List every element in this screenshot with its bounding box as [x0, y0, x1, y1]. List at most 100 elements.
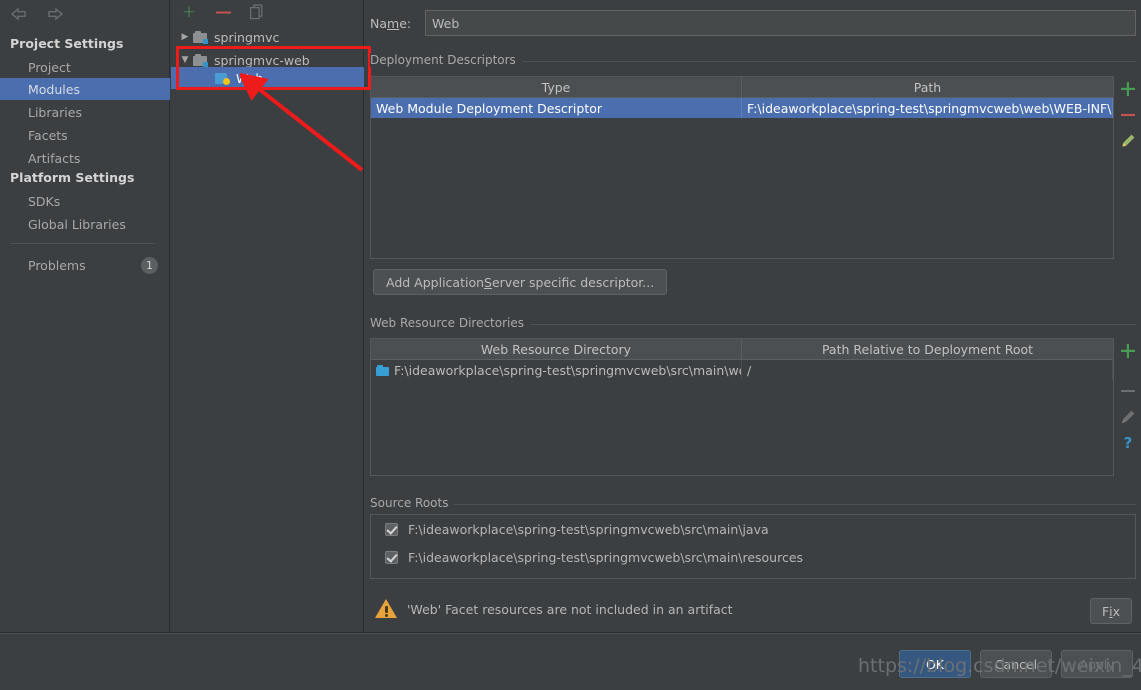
btn-label-post: erver specific descriptor...: [491, 274, 655, 290]
sidebar-item-artifacts[interactable]: Artifacts: [0, 147, 170, 169]
cancel-button[interactable]: Cancel: [980, 650, 1052, 678]
problems-count-badge: 1: [141, 257, 158, 274]
sidebar-item-project[interactable]: Project: [0, 56, 170, 78]
cell-relative-path: /: [742, 360, 1113, 380]
copy-module-icon[interactable]: [247, 2, 267, 22]
minus-glyph: [1121, 390, 1135, 392]
sidebar-item-facets[interactable]: Facets: [0, 124, 170, 146]
sidebar-item-global-libraries[interactable]: Global Libraries: [0, 213, 170, 235]
column-header-path[interactable]: Path: [742, 77, 1113, 97]
cell-text: F:\ideaworkplace\spring-test\springmvcwe…: [394, 362, 742, 378]
web-resource-directories-title: Web Resource Directories: [370, 316, 530, 330]
warning-text: 'Web' Facet resources are not included i…: [407, 601, 733, 617]
deployment-descriptors-side-buttons: [1115, 76, 1141, 154]
dialog-footer: OK Cancel Apply: [0, 632, 1141, 690]
sidebar-item-sdks[interactable]: SDKs: [0, 190, 170, 212]
web-resource-directories-table[interactable]: Web Resource Directory Path Relative to …: [370, 338, 1114, 476]
sidebar-item-libraries[interactable]: Libraries: [0, 101, 170, 123]
tree-node-web-facet[interactable]: Web: [171, 67, 364, 89]
name-label-mnemonic: m: [387, 15, 400, 31]
remove-descriptor-icon[interactable]: [1116, 102, 1140, 128]
folder-icon: [376, 364, 389, 376]
source-roots-list: F:\ideaworkplace\spring-test\springmvcwe…: [370, 514, 1136, 579]
add-web-resource-icon[interactable]: [1116, 338, 1140, 364]
tree-node-springmvc[interactable]: ▶ springmvc: [171, 26, 364, 48]
table-header-row: Type Path: [371, 77, 1113, 98]
column-header-path-relative[interactable]: Path Relative to Deployment Root: [742, 339, 1113, 359]
group-divider-line: [511, 324, 1136, 325]
web-resource-directories-group: Web Resource Directories: [370, 316, 1136, 330]
artifact-warning: 'Web' Facet resources are not included i…: [375, 599, 733, 619]
table-header-row: Web Resource Directory Path Relative to …: [371, 339, 1113, 360]
sidebar-item-label: Global Libraries: [28, 216, 126, 232]
facet-name-input[interactable]: [425, 10, 1136, 36]
minus-glyph: [1121, 114, 1135, 116]
source-root-checkbox[interactable]: [385, 550, 398, 564]
source-root-checkbox[interactable]: [385, 522, 398, 536]
column-header-web-resource-directory[interactable]: Web Resource Directory: [371, 339, 742, 359]
tree-node-label: springmvc: [214, 29, 280, 45]
ok-button[interactable]: OK: [899, 650, 971, 678]
forward-arrow-glyph: [48, 7, 64, 21]
apply-button[interactable]: Apply: [1061, 650, 1133, 678]
forward-arrow-icon[interactable]: [44, 4, 66, 24]
name-row: Name:: [370, 10, 1136, 36]
sidebar-item-label: Modules: [28, 81, 80, 97]
fix-label-post: x: [1112, 603, 1121, 619]
name-label-pre: Na: [370, 15, 388, 31]
cell-web-resource-directory: F:\ideaworkplace\spring-test\springmvcwe…: [371, 360, 742, 380]
sidebar-item-problems[interactable]: Problems 1: [0, 254, 170, 276]
add-module-icon[interactable]: +: [179, 2, 199, 22]
tree-node-label: springmvc-web: [214, 52, 310, 68]
warning-icon: [375, 599, 397, 619]
name-label: Name:: [370, 16, 425, 31]
sidebar-item-label: Artifacts: [28, 150, 81, 166]
plus-glyph: [1121, 344, 1135, 358]
expand-collapse-icon[interactable]: ▶: [177, 32, 193, 42]
add-application-server-descriptor-button[interactable]: Add Application Server specific descript…: [373, 269, 668, 295]
module-tree-panel: + ▶ springmvc ▼ springmvc-web Web: [171, 0, 364, 632]
back-arrow-glyph: [10, 7, 26, 21]
sidebar-item-label: Project: [28, 59, 71, 75]
expand-collapse-icon[interactable]: ▼: [177, 55, 193, 65]
navigation-arrows: [8, 4, 66, 24]
source-roots-group: Source Roots: [370, 496, 1136, 510]
fix-button[interactable]: Fix: [1090, 598, 1132, 624]
source-root-path: F:\ideaworkplace\spring-test\springmvcwe…: [408, 549, 804, 565]
name-label-post: e:: [399, 15, 412, 31]
module-icon: [193, 30, 208, 44]
minus-glyph: [215, 11, 231, 13]
tree-node-label: Web: [236, 70, 264, 86]
column-header-type[interactable]: Type: [371, 77, 742, 97]
add-descriptor-icon[interactable]: [1116, 76, 1140, 102]
sidebar-item-label: Problems: [28, 257, 86, 273]
remove-module-icon[interactable]: [213, 2, 233, 22]
source-root-item[interactable]: F:\ideaworkplace\spring-test\springmvcwe…: [371, 515, 1135, 543]
edit-descriptor-icon[interactable]: [1116, 128, 1140, 154]
remove-web-resource-icon[interactable]: [1116, 378, 1140, 404]
project-structure-dialog: Project Settings Project Modules Librari…: [0, 0, 1141, 690]
btn-label-pre: Add Application: [386, 274, 485, 290]
web-resource-help-icon[interactable]: ?: [1116, 430, 1140, 456]
facet-detail-panel: Name: Deployment Descriptors Type Path W…: [365, 0, 1141, 632]
back-arrow-icon[interactable]: [8, 4, 30, 24]
deployment-descriptors-group: Deployment Descriptors: [370, 53, 1136, 67]
table-row[interactable]: Web Module Deployment Descriptor F:\idea…: [371, 98, 1113, 118]
deployment-descriptors-title: Deployment Descriptors: [370, 53, 522, 67]
source-root-item[interactable]: F:\ideaworkplace\spring-test\springmvcwe…: [371, 543, 1135, 571]
deployment-descriptors-table[interactable]: Type Path Web Module Deployment Descript…: [370, 76, 1114, 259]
sidebar-item-label: Libraries: [28, 104, 82, 120]
module-icon: [193, 53, 208, 67]
table-row[interactable]: F:\ideaworkplace\spring-test\springmvcwe…: [371, 360, 1113, 380]
cell-path: F:\ideaworkplace\spring-test\springmvcwe…: [742, 98, 1113, 118]
copy-glyph: [249, 4, 262, 20]
edit-web-resource-icon[interactable]: [1116, 404, 1140, 430]
pencil-glyph: [1121, 410, 1135, 424]
fix-label-pre: F: [1101, 603, 1110, 619]
sidebar-item-modules[interactable]: Modules: [0, 78, 170, 100]
pencil-glyph: [1121, 134, 1135, 148]
plus-glyph: [1121, 82, 1135, 96]
web-resource-side-buttons: ?: [1115, 338, 1141, 456]
btn-label-mnemonic: S: [484, 274, 492, 290]
source-root-path: F:\ideaworkplace\spring-test\springmvcwe…: [408, 521, 769, 537]
